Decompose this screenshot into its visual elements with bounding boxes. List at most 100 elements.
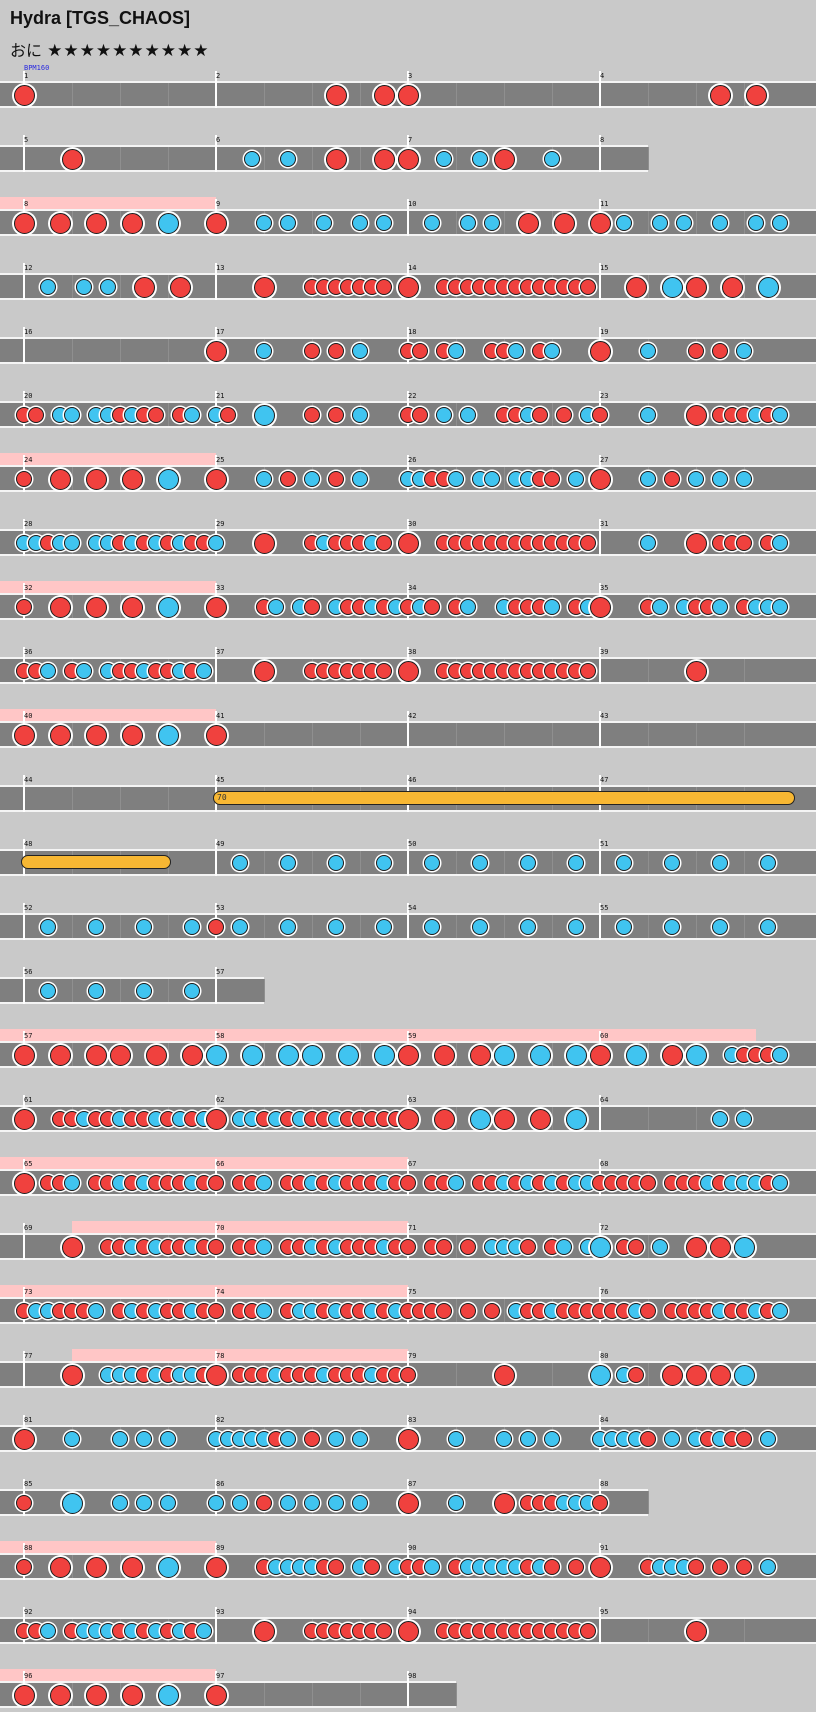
beat-line <box>168 83 169 106</box>
beat-line <box>456 1107 457 1130</box>
measure-number: 44 <box>24 776 33 784</box>
measure-number: 20 <box>24 392 33 400</box>
don-note <box>400 1175 416 1191</box>
don-big-note <box>49 1556 71 1578</box>
measure-number: 12 <box>24 264 33 272</box>
ka-note <box>472 855 488 871</box>
measure-number: 9 <box>216 200 221 208</box>
don-note <box>148 407 164 423</box>
beat-line <box>120 595 121 618</box>
beat-line <box>504 211 505 234</box>
ka-note <box>544 1431 560 1447</box>
beat-line <box>696 83 697 106</box>
measure-number: 50 <box>408 840 417 848</box>
don-note <box>436 1239 452 1255</box>
beat-line <box>456 403 457 426</box>
beat-line <box>168 787 169 810</box>
ka-note <box>232 1495 248 1511</box>
ka-note <box>640 471 656 487</box>
ka-note <box>436 151 452 167</box>
don-note <box>328 343 344 359</box>
don-big-note <box>397 148 419 170</box>
ka-note <box>376 855 392 871</box>
measure-number: 22 <box>408 392 417 400</box>
measure-number: 88 <box>600 1480 609 1488</box>
don-note <box>712 343 728 359</box>
measure-number: 45 <box>216 776 225 784</box>
ka-big-note <box>589 1236 611 1258</box>
ka-note <box>328 919 344 935</box>
ka-note <box>640 535 656 551</box>
ka-big-note <box>253 404 275 426</box>
beat-line <box>72 1555 73 1578</box>
beat-line <box>312 915 313 938</box>
don-note <box>640 1303 656 1319</box>
measure-number: 36 <box>24 648 33 656</box>
measure-number: 67 <box>408 1160 417 1168</box>
ka-big-note <box>157 724 179 746</box>
ka-big-note <box>241 1044 263 1066</box>
ka-note <box>328 855 344 871</box>
ka-note <box>40 279 56 295</box>
measure-number: 40 <box>24 712 33 720</box>
don-note <box>412 343 428 359</box>
measure-number: 56 <box>24 968 33 976</box>
beat-line <box>456 1299 457 1322</box>
ka-note <box>544 151 560 167</box>
ka-note <box>280 1495 296 1511</box>
don-big-note <box>121 212 143 234</box>
measure-number: 6 <box>216 136 221 144</box>
measure-number: 30 <box>408 520 417 528</box>
beat-line <box>696 851 697 874</box>
beat-line <box>504 467 505 490</box>
beat-line <box>552 723 553 746</box>
don-note <box>304 1431 320 1447</box>
beat-line <box>72 787 73 810</box>
beat-line <box>648 723 649 746</box>
measure-number: 71 <box>408 1224 417 1232</box>
ka-note <box>100 279 116 295</box>
beat-line <box>648 275 649 298</box>
ka-note <box>712 919 728 935</box>
don-note <box>736 1559 752 1575</box>
measure-number: 57 <box>216 968 225 976</box>
ka-note <box>772 1303 788 1319</box>
measure-number: 95 <box>600 1608 609 1616</box>
don-note <box>16 1495 32 1511</box>
beat-line <box>744 659 745 682</box>
don-big-note <box>253 1620 275 1642</box>
don-big-note <box>493 1108 515 1130</box>
don-note <box>592 1495 608 1511</box>
don-note <box>400 1367 416 1383</box>
ka-note <box>304 1495 320 1511</box>
don-note <box>424 599 440 615</box>
ka-note <box>64 1175 80 1191</box>
beat-line <box>552 915 553 938</box>
don-note <box>736 1431 752 1447</box>
beat-line <box>744 275 745 298</box>
ka-note <box>40 663 56 679</box>
don-note <box>580 663 596 679</box>
don-note <box>544 471 560 487</box>
ka-note <box>256 1175 272 1191</box>
don-big-note <box>13 1428 35 1450</box>
beat-line <box>648 147 649 170</box>
ka-note <box>88 1303 104 1319</box>
don-big-note <box>205 1108 227 1130</box>
don-big-note <box>589 340 611 362</box>
ka-note <box>472 151 488 167</box>
ka-big-note <box>565 1044 587 1066</box>
don-note <box>580 1623 596 1639</box>
don-note <box>328 407 344 423</box>
ka-note <box>460 407 476 423</box>
beat-line <box>696 211 697 234</box>
don-big-note <box>685 532 707 554</box>
don-big-note <box>85 1684 107 1706</box>
measure-number: 18 <box>408 328 417 336</box>
ka-note <box>760 919 776 935</box>
beat-line <box>72 915 73 938</box>
measure-number: 55 <box>600 904 609 912</box>
measure-number: 46 <box>408 776 417 784</box>
ka-note <box>256 471 272 487</box>
ka-big-note <box>157 1684 179 1706</box>
